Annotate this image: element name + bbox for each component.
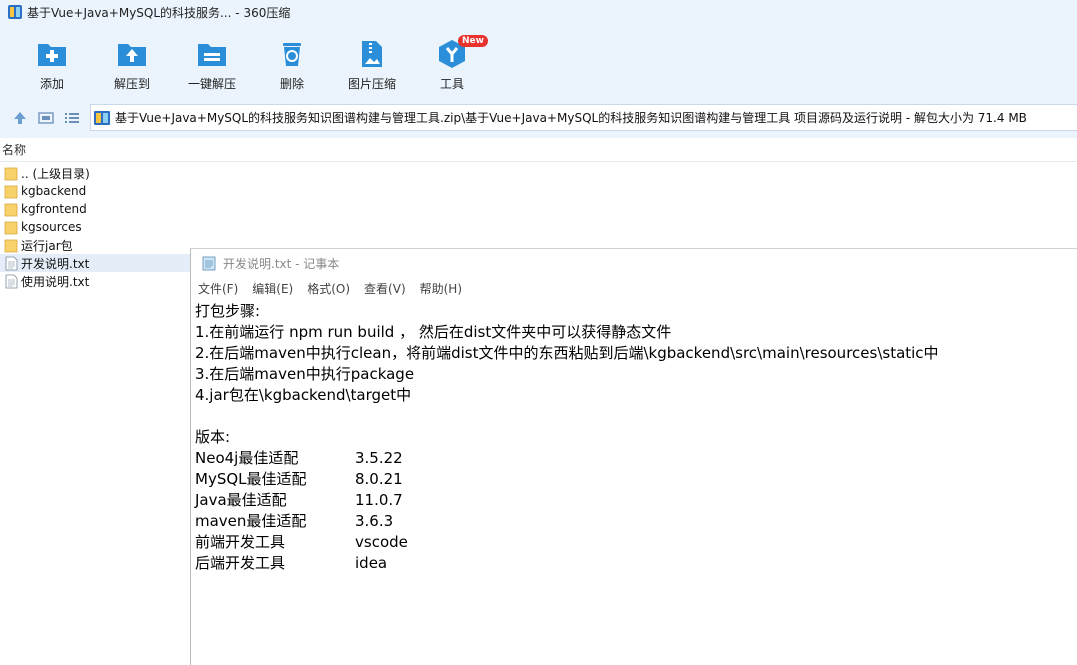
file-name: 开发说明.txt <box>21 256 90 271</box>
delete-icon <box>283 43 301 66</box>
image-compress-button[interactable]: 图片压缩 <box>332 34 412 94</box>
text-line: 1.在前端运行 npm run build ， 然后在dist文件夹中可以获得静… <box>195 323 672 341</box>
notepad-menu-bar: 文件(F) 编辑(E) 格式(O) 查看(V) 帮助(H) <box>191 277 1077 299</box>
file-name: kgsources <box>21 220 82 234</box>
file-name: .. (上级目录) <box>21 166 90 181</box>
version-value: 3.5.22 <box>355 449 403 467</box>
version-name: MySQL最佳适配 <box>195 470 307 488</box>
folder-icon <box>4 239 18 252</box>
file-row-kgbackend[interactable]: kgbackend <box>0 182 190 200</box>
menu-view[interactable]: 查看(V) <box>364 280 406 297</box>
notepad-title-bar: 开发说明.txt - 记事本 <box>191 249 1077 277</box>
app-logo-icon <box>8 5 22 19</box>
image-compress-icon <box>362 41 382 67</box>
text-line: 3.在后端maven中执行package <box>195 365 415 383</box>
text-line: 打包步骤: <box>195 302 261 320</box>
app-window: 基于Vue+Java+MySQL的科技服务... - 360压缩 添加 解压到 <box>0 0 1077 665</box>
version-name: 前端开发工具 <box>195 533 286 551</box>
folder-icon <box>4 221 18 234</box>
file-row-kgsources[interactable]: kgsources <box>0 218 190 236</box>
file-row-dev-notes[interactable]: 开发说明.txt <box>0 254 190 272</box>
text-line: 2.在后端maven中执行clean，将前端dist文件中的东西粘贴到后端\kg… <box>195 344 939 362</box>
file-row-parent-dir[interactable]: .. (上级目录) <box>0 164 190 182</box>
file-name: 运行jar包 <box>21 238 73 253</box>
delete-button[interactable]: 删除 <box>252 34 332 94</box>
zip-archive-icon <box>94 110 110 125</box>
file-name: kgbackend <box>21 184 87 198</box>
one-click-extract-button[interactable]: 一键解压 <box>172 34 252 94</box>
text-file-icon <box>5 274 18 288</box>
file-list-header: 名称 <box>0 138 1077 162</box>
navigation-bar: 基于Vue+Java+MySQL的科技服务知识图谱构建与管理工具.zip\基于V… <box>0 98 1077 138</box>
folder-icon <box>4 185 18 198</box>
file-name: kgfrontend <box>21 202 87 216</box>
file-row-kgfrontend[interactable]: kgfrontend <box>0 200 190 218</box>
notepad-text-area[interactable]: 打包步骤: 1.在前端运行 npm run build ， 然后在dist文件夹… <box>191 299 1077 574</box>
delete-label: 删除 <box>279 77 304 91</box>
text-file-icon <box>5 256 18 270</box>
file-row-usage-notes[interactable]: 使用说明.txt <box>0 272 190 290</box>
toolbar: 添加 解压到 一键解压 删除 图片压缩 New 工具 <box>0 24 1077 98</box>
one-click-extract-label: 一键解压 <box>187 77 236 91</box>
address-path: 基于Vue+Java+MySQL的科技服务知识图谱构建与管理工具.zip\基于V… <box>115 111 1027 125</box>
thumbnail-view-icon[interactable] <box>38 110 54 126</box>
menu-format[interactable]: 格式(O) <box>307 280 350 297</box>
column-header-name[interactable]: 名称 <box>2 141 26 158</box>
notepad-icon <box>202 256 216 271</box>
add-button[interactable]: 添加 <box>12 34 92 94</box>
extract-to-label: 解压到 <box>113 77 150 91</box>
text-line: 版本: <box>195 428 231 446</box>
extract-to-icon <box>118 44 146 66</box>
version-value: vscode <box>355 533 408 551</box>
version-line: 前端开发工具 vscode <box>195 532 1077 553</box>
add-icon <box>38 44 66 66</box>
menu-edit[interactable]: 编辑(E) <box>252 280 293 297</box>
add-label: 添加 <box>39 77 64 91</box>
version-line: Java最佳适配 11.0.7 <box>195 490 1077 511</box>
version-name: Java最佳适配 <box>195 491 287 509</box>
version-value: 11.0.7 <box>355 491 403 509</box>
version-line: Neo4j最佳适配 3.5.22 <box>195 448 1077 469</box>
notepad-window: 开发说明.txt - 记事本 文件(F) 编辑(E) 格式(O) 查看(V) 帮… <box>190 248 1077 665</box>
text-line: 4.jar包在\kgbackend\target中 <box>195 386 412 404</box>
folder-icon <box>4 203 18 216</box>
version-name: Neo4j最佳适配 <box>195 449 299 467</box>
text-line <box>195 406 1077 427</box>
version-value: idea <box>355 554 388 572</box>
folder-icon <box>4 167 18 180</box>
title-bar: 基于Vue+Java+MySQL的科技服务... - 360压缩 <box>0 0 1077 24</box>
list-view-icon[interactable] <box>64 110 80 126</box>
version-line: maven最佳适配 3.6.3 <box>195 511 1077 532</box>
tools-button[interactable]: New 工具 <box>412 34 492 94</box>
window-title: 基于Vue+Java+MySQL的科技服务... - 360压缩 <box>27 5 291 20</box>
up-arrow-icon[interactable] <box>12 110 28 126</box>
version-name: 后端开发工具 <box>195 554 286 572</box>
new-badge: New <box>458 35 488 47</box>
file-name: 使用说明.txt <box>21 274 90 289</box>
address-bar[interactable]: 基于Vue+Java+MySQL的科技服务知识图谱构建与管理工具.zip\基于V… <box>90 104 1077 131</box>
image-compress-label: 图片压缩 <box>347 77 396 91</box>
notepad-title: 开发说明.txt - 记事本 <box>223 256 340 271</box>
version-line: MySQL最佳适配 8.0.21 <box>195 469 1077 490</box>
tools-label: 工具 <box>439 77 464 91</box>
version-name: maven最佳适配 <box>195 512 307 530</box>
extract-to-button[interactable]: 解压到 <box>92 34 172 94</box>
menu-help[interactable]: 帮助(H) <box>420 280 462 297</box>
one-click-extract-icon <box>198 44 226 66</box>
file-list: .. (上级目录) kgbackend kgfrontend kgsources… <box>0 164 190 290</box>
file-row-run-jar[interactable]: 运行jar包 <box>0 236 190 254</box>
version-line: 后端开发工具 idea <box>195 553 1077 574</box>
version-value: 3.6.3 <box>355 512 394 530</box>
menu-file[interactable]: 文件(F) <box>198 280 238 297</box>
version-value: 8.0.21 <box>355 470 403 488</box>
